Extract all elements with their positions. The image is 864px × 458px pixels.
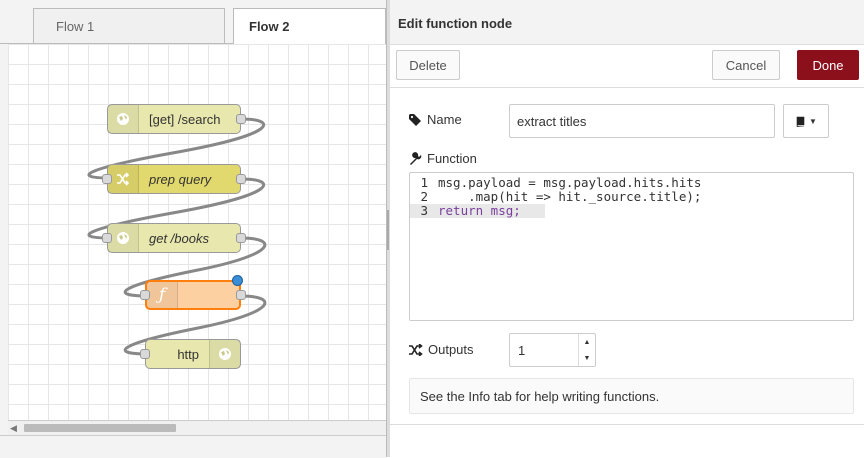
workspace-tab-bar: Flow 1 Flow 2 bbox=[0, 0, 386, 44]
done-button[interactable]: Done bbox=[797, 50, 859, 80]
node-function[interactable]: ƒ bbox=[140, 275, 246, 310]
code-text: .map(hit => hit._source.title); bbox=[438, 189, 702, 204]
node-label: http bbox=[177, 346, 199, 362]
line-number: 2 bbox=[420, 189, 428, 204]
outputs-value: 1 bbox=[518, 342, 526, 358]
panel-header: Edit function node bbox=[390, 0, 864, 45]
scroll-thumb[interactable] bbox=[24, 424, 176, 432]
code-line: 1 msg.payload = msg.payload.hits.hits bbox=[410, 176, 853, 190]
shuffle-icon bbox=[108, 165, 139, 193]
node-change[interactable]: prep query bbox=[102, 164, 246, 194]
node-label: prep query bbox=[149, 171, 212, 187]
outputs-field-label: Outputs bbox=[409, 342, 474, 357]
resize-grip[interactable] bbox=[387, 210, 389, 250]
node-http-request[interactable]: get /books bbox=[102, 223, 246, 253]
function-label-text: Function bbox=[427, 151, 477, 166]
name-input[interactable]: extract titles bbox=[509, 104, 775, 138]
input-port[interactable] bbox=[140, 349, 150, 359]
line-number: 1 bbox=[420, 175, 428, 190]
tag-icon bbox=[409, 113, 421, 126]
function-icon: ƒ bbox=[147, 282, 178, 308]
name-label-text: Name bbox=[427, 112, 462, 127]
flow-canvas[interactable]: [get] /search prep query get /books ƒ ht… bbox=[8, 44, 386, 420]
delete-button[interactable]: Delete bbox=[396, 50, 460, 80]
horizontal-scrollbar[interactable]: ◀ bbox=[8, 420, 386, 435]
code-line: 2 .map(hit => hit._source.title); bbox=[410, 190, 853, 204]
output-port[interactable] bbox=[236, 233, 246, 243]
wrench-icon bbox=[410, 152, 422, 165]
output-port[interactable] bbox=[236, 174, 246, 184]
panel-button-row: Delete Cancel Done bbox=[390, 45, 864, 88]
globe-icon bbox=[108, 224, 139, 252]
code-text: msg.payload = msg.payload.hits.hits bbox=[438, 175, 702, 190]
tab-flow-2[interactable]: Flow 2 bbox=[233, 8, 386, 44]
line-number: 3 bbox=[420, 203, 428, 218]
cancel-button[interactable]: Cancel bbox=[712, 50, 780, 80]
library-button[interactable]: ▼ bbox=[783, 104, 829, 138]
edit-node-panel: Edit function node Delete Cancel Done Na… bbox=[390, 0, 864, 457]
caret-down-icon: ▼ bbox=[809, 116, 817, 126]
panel-footer-divider bbox=[390, 424, 864, 425]
scroll-left-icon[interactable]: ◀ bbox=[10, 423, 17, 434]
node-http-response[interactable]: http bbox=[140, 339, 241, 369]
panel-title: Edit function node bbox=[398, 16, 513, 31]
code-editor[interactable]: 1 msg.payload = msg.payload.hits.hits 2 .… bbox=[409, 172, 854, 321]
node-label: get /books bbox=[149, 230, 209, 246]
input-port[interactable] bbox=[140, 290, 150, 300]
input-port[interactable] bbox=[102, 174, 112, 184]
node-http-in[interactable]: [get] /search bbox=[107, 104, 246, 134]
flow-workspace: Flow 1 Flow 2 [get] /search prep query g… bbox=[0, 0, 386, 458]
globe-icon bbox=[209, 340, 240, 368]
globe-icon bbox=[108, 105, 139, 133]
spinner-buttons: ▲ ▼ bbox=[578, 334, 595, 366]
spin-down-icon[interactable]: ▼ bbox=[579, 350, 595, 366]
outputs-spinner[interactable]: 1 ▲ ▼ bbox=[509, 333, 596, 367]
output-port[interactable] bbox=[236, 114, 246, 124]
name-input-value: extract titles bbox=[517, 113, 587, 129]
input-port[interactable] bbox=[102, 233, 112, 243]
changed-indicator bbox=[232, 275, 243, 286]
book-icon bbox=[796, 116, 805, 127]
tab-label: Flow 2 bbox=[249, 19, 290, 34]
help-tip-text: See the Info tab for help writing functi… bbox=[420, 388, 660, 404]
shuffle-icon bbox=[409, 343, 423, 356]
help-tip: See the Info tab for help writing functi… bbox=[409, 378, 854, 414]
tab-label: Flow 1 bbox=[56, 18, 95, 34]
code-text: return msg; bbox=[438, 203, 521, 218]
node-label: [get] /search bbox=[149, 111, 221, 127]
tab-flow-1[interactable]: Flow 1 bbox=[33, 8, 225, 43]
code-line: 3 return msg; bbox=[410, 204, 545, 218]
workspace-footer bbox=[0, 435, 386, 458]
output-port[interactable] bbox=[236, 290, 246, 300]
spin-up-icon[interactable]: ▲ bbox=[579, 334, 595, 350]
function-field-label: Function bbox=[409, 151, 477, 166]
outputs-label-text: Outputs bbox=[428, 342, 474, 357]
name-field-label: Name bbox=[409, 112, 462, 127]
